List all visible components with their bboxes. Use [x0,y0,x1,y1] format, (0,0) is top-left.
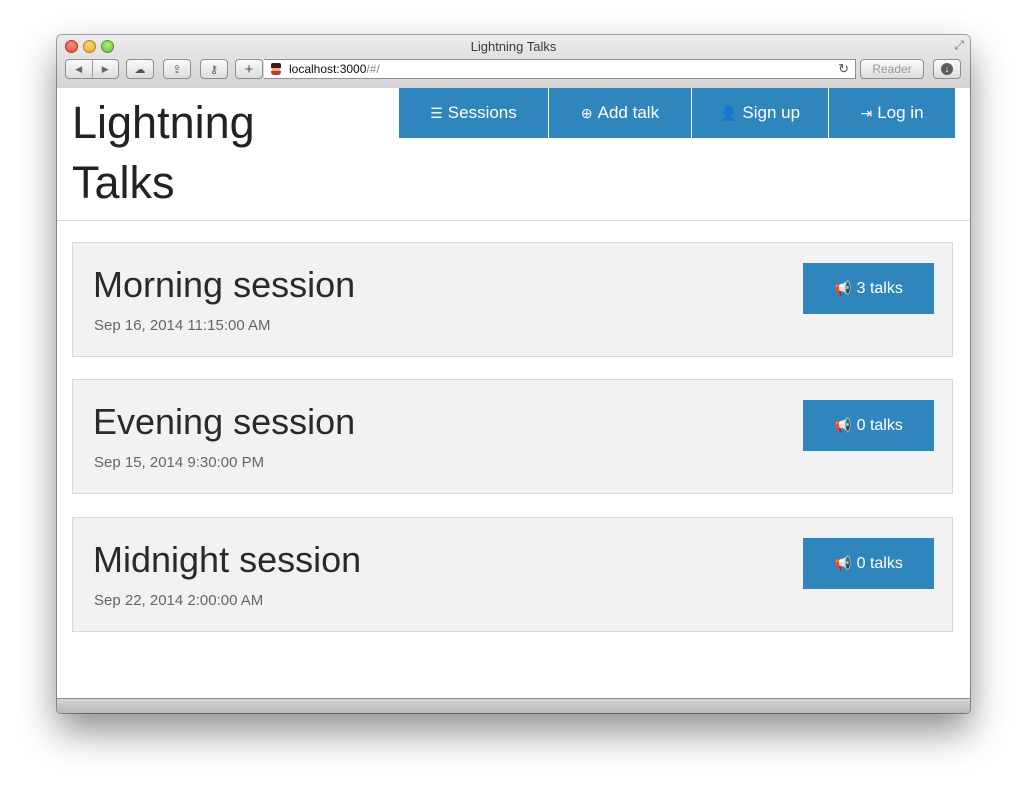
nav-label: Sign up [742,103,801,122]
session-card: Midnight session Sep 22, 2014 2:00:00 AM… [72,517,953,632]
session-date: Sep 15, 2014 9:30:00 PM [94,454,265,471]
nav-sessions-button[interactable]: ☰ Sessions [399,88,549,138]
session-talks-button[interactable]: 📢 3 talks [803,263,934,314]
forward-icon[interactable]: ▶ [93,64,119,75]
login-icon: ⇥ [860,104,873,121]
reload-icon[interactable]: ↻ [838,61,849,77]
nav-label: Log in [877,103,924,122]
cloud-icon: ☁ [134,63,146,76]
megaphone-icon: 📢 [834,417,852,433]
browser-window: Lightning Talks ⤢ ◀ ▶ ☁ ⇪ ⚷ + localhost:… [57,35,970,713]
session-talks-button[interactable]: 📢 0 talks [803,400,934,451]
new-tab-button[interactable]: + [235,59,263,79]
fullscreen-icon[interactable]: ⤢ [954,38,964,53]
nav-label: Sessions [447,103,517,122]
list-icon: ☰ [430,104,443,121]
share-icon: ⇪ [172,63,182,76]
talks-count: 0 talks [856,416,903,434]
session-title: Morning session [93,264,356,305]
download-icon: ↓ [941,63,953,75]
talks-count: 0 talks [856,554,903,572]
user-icon: 👤 [719,104,738,121]
main-nav: ☰ Sessions ⊕ Add talk 👤 Sign up ⇥ Log in [399,88,955,138]
icloud-tabs-button[interactable]: ☁ [126,59,154,79]
site-brand[interactable]: Lightning Talks [72,93,322,213]
session-card: Evening session Sep 15, 2014 9:30:00 PM … [72,379,953,494]
downloads-button[interactable]: ↓ [933,59,961,79]
session-date: Sep 22, 2014 2:00:00 AM [94,592,264,609]
key-icon: ⚷ [209,63,219,76]
browser-toolbar: Lightning Talks ⤢ ◀ ▶ ☁ ⇪ ⚷ + localhost:… [57,35,970,89]
megaphone-icon: 📢 [834,280,852,296]
url-path: /#/ [366,62,380,76]
nav-sign-up-button[interactable]: 👤 Sign up [692,88,829,138]
megaphone-icon: 📢 [834,555,852,571]
session-title: Midnight session [93,539,362,580]
address-bar[interactable]: localhost:3000 /#/ ↻ [264,59,856,79]
back-icon[interactable]: ◀ [66,64,92,75]
nav-label: Add talk [597,103,660,122]
plus-circle-icon: ⊕ [580,104,593,121]
session-talks-button[interactable]: 📢 0 talks [803,538,934,589]
site-favicon-icon [270,63,282,75]
passwords-button[interactable]: ⚷ [200,59,228,79]
url-host: localhost:3000 [289,62,367,76]
header-divider [57,220,970,221]
session-date: Sep 16, 2014 11:15:00 AM [94,317,271,334]
nav-add-talk-button[interactable]: ⊕ Add talk [549,88,692,138]
share-button[interactable]: ⇪ [163,59,191,79]
talks-count: 3 talks [856,279,903,297]
plus-icon: + [244,60,254,78]
window-title: Lightning Talks [470,39,557,54]
nav-log-in-button[interactable]: ⇥ Log in [829,88,955,138]
page-viewport: Lightning Talks ☰ Sessions ⊕ Add talk 👤 … [57,88,970,698]
session-title: Evening session [93,401,356,442]
browser-status-bar [57,698,970,713]
back-forward-group: ◀ ▶ [65,59,119,79]
reader-button[interactable]: Reader [860,59,924,79]
session-card: Morning session Sep 16, 2014 11:15:00 AM… [72,242,953,357]
